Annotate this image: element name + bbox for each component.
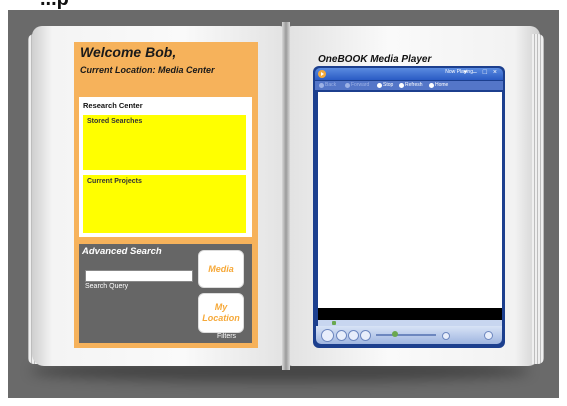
- next-icon[interactable]: [360, 330, 371, 341]
- back-button[interactable]: Back: [319, 82, 336, 88]
- stop-icon: [377, 82, 382, 88]
- welcome-panel: Welcome Bob, Current Location: Media Cen…: [74, 42, 258, 348]
- refresh-button[interactable]: Refresh: [399, 82, 423, 88]
- top-heading-fragment: ...p: [40, 0, 69, 11]
- media-player-title: OneBOOK Media Player: [318, 54, 432, 65]
- media-filter-label: Media: [208, 263, 234, 274]
- top-strip: ...p: [0, 0, 567, 10]
- forward-label: Forward: [351, 82, 370, 88]
- current-projects-box[interactable]: Current Projects: [83, 175, 246, 233]
- stop-label: Stop: [383, 82, 394, 88]
- stored-searches-label: Stored Searches: [87, 118, 143, 125]
- fullscreen-icon[interactable]: [484, 331, 493, 340]
- home-button[interactable]: Home: [429, 82, 448, 88]
- research-center-title: Research Center: [83, 101, 143, 110]
- volume-slider-icon[interactable]: [376, 334, 436, 336]
- player-titlebar: Now Playing ▾ – □ ×: [315, 68, 503, 80]
- search-query-label: Search Query: [85, 283, 129, 290]
- mute-icon[interactable]: [442, 332, 450, 340]
- home-icon: [429, 82, 434, 88]
- my-location-filter-button[interactable]: My Location: [198, 293, 244, 333]
- media-player-window: Now Playing ▾ – □ × Back Forward Stop Re…: [313, 66, 505, 348]
- player-navbar: Back Forward Stop Refresh Home: [315, 81, 503, 90]
- volume-thumb[interactable]: [392, 331, 398, 337]
- advanced-search-title: Advanced Search: [82, 246, 162, 257]
- advanced-search-panel: Advanced Search Search Query Media My Lo…: [79, 244, 252, 343]
- home-label: Home: [435, 82, 449, 88]
- current-location: Current Location: Media Center: [80, 65, 215, 75]
- right-page-edges: [532, 34, 544, 364]
- stop-button[interactable]: Stop: [377, 82, 393, 88]
- my-location-label-line2: Location: [202, 313, 240, 323]
- play-icon[interactable]: [321, 329, 334, 342]
- media-player-logo-icon: [318, 70, 326, 78]
- refresh-icon: [399, 82, 404, 88]
- current-projects-label: Current Projects: [87, 178, 142, 185]
- back-label: Back: [325, 82, 337, 88]
- welcome-title: Welcome Bob,: [80, 44, 177, 60]
- forward-icon: [345, 82, 350, 88]
- filters-label: Filters: [217, 333, 237, 340]
- window-controls[interactable]: ▾ – □ ×: [463, 68, 499, 76]
- playback-controls: [316, 326, 502, 344]
- stop-control-icon[interactable]: [336, 330, 347, 341]
- video-black-bar: [318, 308, 502, 320]
- search-query-input[interactable]: [85, 270, 193, 282]
- seek-thumb[interactable]: [332, 321, 336, 325]
- research-center-panel: Research Center Stored Searches Current …: [79, 97, 252, 237]
- my-location-label-line1: My: [214, 302, 228, 312]
- stored-searches-box[interactable]: Stored Searches: [83, 115, 246, 170]
- back-icon: [319, 82, 324, 88]
- refresh-label: Refresh: [405, 82, 423, 88]
- forward-button[interactable]: Forward: [345, 82, 369, 88]
- previous-icon[interactable]: [348, 330, 359, 341]
- book-spine: [282, 22, 290, 370]
- media-filter-button[interactable]: Media: [198, 250, 244, 288]
- media-display-area: [318, 92, 502, 308]
